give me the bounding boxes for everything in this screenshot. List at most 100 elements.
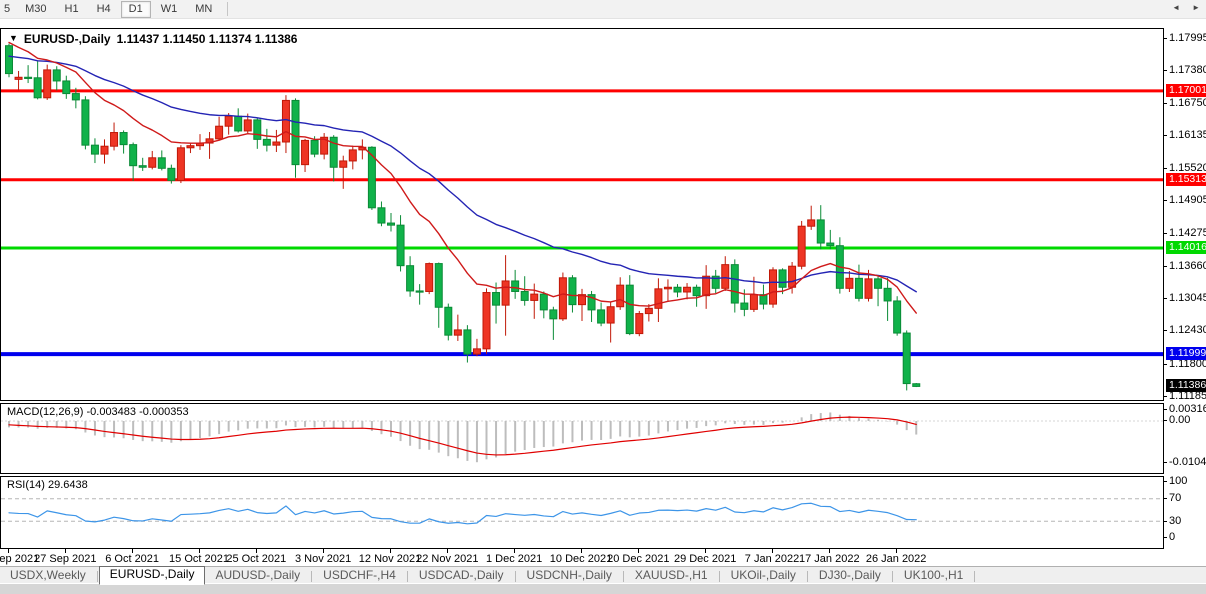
date-tick-label: 12 Nov 2021 [359, 553, 421, 565]
rsi-tick [1164, 481, 1167, 482]
chart-ohlc-values: 1.11437 1.11450 1.11374 1.11386 [117, 32, 298, 46]
timeframe-button-5[interactable]: 5 [1, 1, 15, 18]
rsi-plot [1, 477, 1163, 548]
price-tick-label: 1.17380 [1169, 64, 1206, 76]
chart-tab-usdxweekly[interactable]: USDX,Weekly [0, 568, 96, 584]
date-tick-label: 29 Dec 2021 [674, 553, 736, 565]
tab-separator [407, 571, 408, 582]
tab-scroll-right-icon[interactable]: ► [1192, 3, 1200, 12]
tab-separator [807, 571, 808, 582]
price-tick-label: 1.16750 [1169, 97, 1206, 109]
date-tick-label: 15 Oct 2021 [169, 553, 229, 565]
price-tick [1164, 38, 1167, 39]
price-tick-label: 1.17995 [1169, 32, 1206, 44]
macd-label: MACD(12,26,9) -0.003483 -0.000353 [7, 406, 189, 418]
date-tick-label: 1 Dec 2021 [486, 553, 542, 565]
rsi-label: RSI(14) 29.6438 [7, 479, 88, 491]
rsi-tick [1164, 521, 1167, 522]
trading-terminal-window: 5M30H1H4D1W1MN ▼ EURUSD-,Daily 1.11437 1… [0, 0, 1206, 594]
rsi-tick-label: 100 [1169, 475, 1187, 487]
timeframe-button-d1[interactable]: D1 [121, 1, 151, 18]
date-tick-label: 22 Nov 2021 [416, 553, 478, 565]
price-tick [1164, 103, 1167, 104]
date-tick-label: 27 Sep 2021 [34, 553, 96, 565]
price-tick-label: 1.13045 [1169, 292, 1206, 304]
tab-separator [623, 571, 624, 582]
chart-tab-usdcaddaily[interactable]: USDCAD-,Daily [409, 568, 514, 584]
rsi-tick-label: 30 [1169, 515, 1181, 527]
macd-tick [1164, 462, 1167, 463]
price-tick [1164, 330, 1167, 331]
rsi-tick-label: 0 [1169, 531, 1175, 543]
price-tick [1164, 168, 1167, 169]
timeframe-button-m30[interactable]: M30 [17, 1, 54, 18]
macd-tick [1164, 420, 1167, 421]
price-tick [1164, 233, 1167, 234]
candlestick-chart[interactable] [1, 29, 1163, 400]
toolbar-separator [227, 2, 228, 16]
date-tick-label: 25 Oct 2021 [226, 553, 286, 565]
date-tick-label: 17 Jan 2022 [799, 553, 860, 565]
price-tick [1164, 364, 1167, 365]
chart-tab-eurusddaily[interactable]: EURUSD-,Daily [99, 566, 206, 585]
chart-marker-icon: ▼ [9, 33, 18, 43]
date-tick-label: 20 Dec 2021 [607, 553, 669, 565]
date-tick-label: 7 Jan 2022 [745, 553, 799, 565]
macd-axis: 0.0031650.00-0.01043 [1164, 403, 1206, 474]
rsi-axis: 100 70 30 0 [1164, 476, 1206, 549]
date-tick-label: 10 Dec 2021 [550, 553, 612, 565]
price-level-badge: 1.15313 [1166, 173, 1206, 186]
price-level-badge: 1.17001 [1166, 84, 1206, 97]
date-tick-label: 26 Jan 2022 [866, 553, 927, 565]
chart-symbol-label: EURUSD-,Daily [24, 32, 111, 46]
chart-tab-bar: USDX,WeeklyEURUSD-,DailyAUDUSD-,DailyUSD… [0, 566, 1206, 584]
timeframe-button-w1[interactable]: W1 [153, 1, 186, 18]
tab-separator [892, 571, 893, 582]
chart-tab-ukoildaily[interactable]: UKOil-,Daily [721, 568, 806, 584]
timeframe-button-mn[interactable]: MN [187, 1, 220, 18]
chart-tab-xauusdh1[interactable]: XAUUSD-,H1 [625, 568, 718, 584]
price-tick [1164, 396, 1167, 397]
price-level-badge: 1.14016 [1166, 241, 1206, 254]
price-level-badge: 1.11999 [1166, 347, 1206, 360]
chart-tab-usdchfh4[interactable]: USDCHF-,H4 [313, 568, 406, 584]
macd-panel[interactable]: MACD(12,26,9) -0.003483 -0.000353 [0, 403, 1164, 474]
rsi-tick [1164, 498, 1167, 499]
chart-tab-audusddaily[interactable]: AUDUSD-,Daily [205, 568, 310, 584]
chart-tab-usdcnhdaily[interactable]: USDCNH-,Daily [517, 568, 622, 584]
timeframe-button-h1[interactable]: H1 [57, 1, 87, 18]
tab-separator [719, 571, 720, 582]
tab-separator [311, 571, 312, 582]
rsi-tick [1164, 537, 1167, 538]
price-tick [1164, 200, 1167, 201]
price-tick [1164, 135, 1167, 136]
macd-tick-label: 0.00 [1169, 414, 1190, 426]
rsi-tick-label: 70 [1169, 492, 1181, 504]
current-price-badge: 1.11386 [1166, 379, 1206, 392]
timeframe-button-h4[interactable]: H4 [89, 1, 119, 18]
price-tick-label: 1.13660 [1169, 260, 1206, 272]
price-chart-panel[interactable]: ▼ EURUSD-,Daily 1.11437 1.11450 1.11374 … [0, 28, 1164, 401]
chart-tab-uk100h1[interactable]: UK100-,H1 [894, 568, 973, 584]
price-tick-label: 1.16135 [1169, 129, 1206, 141]
timeframe-toolbar: 5M30H1H4D1W1MN [0, 0, 1206, 19]
price-tick-label: 1.14905 [1169, 194, 1206, 206]
tab-separator [974, 571, 975, 582]
price-tick-label: 1.14275 [1169, 227, 1206, 239]
macd-tick-label: -0.01043 [1169, 456, 1206, 468]
chart-tab-dj30daily[interactable]: DJ30-,Daily [809, 568, 891, 584]
macd-tick [1164, 409, 1167, 410]
date-tick-label: 3 Nov 2021 [295, 553, 351, 565]
price-tick-label: 1.12430 [1169, 324, 1206, 336]
tab-separator [515, 571, 516, 582]
rsi-panel[interactable]: RSI(14) 29.6438 [0, 476, 1164, 549]
price-tick [1164, 266, 1167, 267]
tab-scroll-arrows: ◄ ► [1172, 3, 1200, 12]
price-axis[interactable]: 1.179951.173801.167501.161351.155201.149… [1164, 28, 1206, 401]
tab-scroll-left-icon[interactable]: ◄ [1172, 3, 1180, 12]
date-tick-label: 6 Oct 2021 [105, 553, 159, 565]
chart-title: ▼ EURUSD-,Daily 1.11437 1.11450 1.11374 … [9, 32, 297, 46]
date-axis[interactable]: 17 Sep 202127 Sep 20216 Oct 202115 Oct 2… [0, 549, 1164, 566]
price-tick [1164, 298, 1167, 299]
price-tick [1164, 70, 1167, 71]
